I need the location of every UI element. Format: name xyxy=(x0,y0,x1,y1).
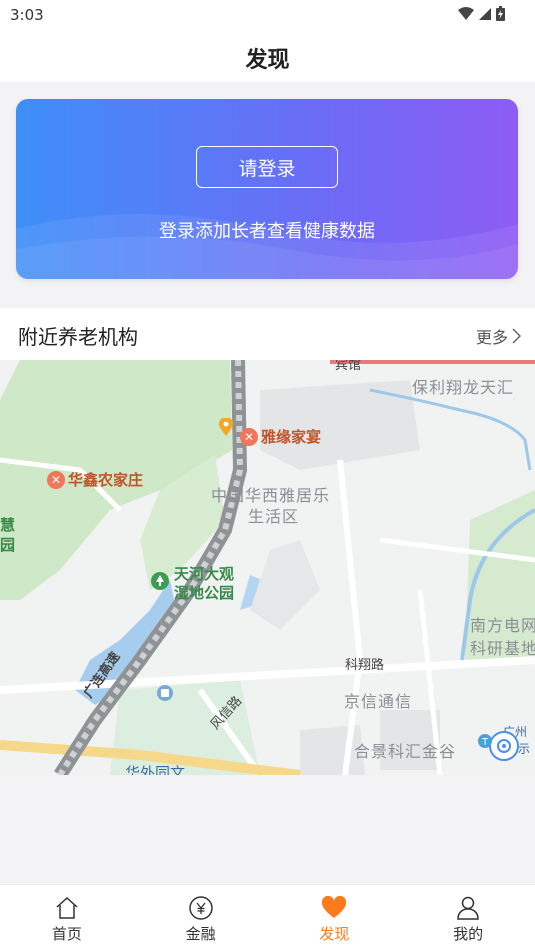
home-icon xyxy=(56,896,78,919)
status-time: 3:03 xyxy=(10,6,44,24)
card-wave-decoration xyxy=(16,214,518,279)
tab-label: 首页 xyxy=(51,925,82,943)
map-label-kexiang: 科翔路 xyxy=(345,658,385,673)
map-label-tianhe2: 湿地公园 xyxy=(174,584,235,602)
location-pin-icon xyxy=(219,418,233,436)
user-icon xyxy=(457,896,479,920)
heart-icon xyxy=(322,895,347,918)
map-label-hui: 慧 xyxy=(0,516,16,534)
map-label-yuan: 园 xyxy=(0,536,16,554)
tree-icon xyxy=(151,572,169,590)
tab-home[interactable]: 首页 xyxy=(0,885,134,951)
map-label-yayuan: 雅缘家宴 xyxy=(261,428,322,446)
restaurant-icon: ✕ xyxy=(240,428,258,446)
tab-finance[interactable]: 金融 xyxy=(134,885,268,951)
signal-icon xyxy=(479,7,491,20)
page-title: 发现 xyxy=(245,48,290,73)
login-button[interactable]: 请登录 xyxy=(196,146,338,188)
more-label: 更多 xyxy=(475,328,508,347)
map-label-nanfang1: 南方电网 xyxy=(470,616,535,635)
map-label-shenghuo: 生活区 xyxy=(248,507,300,526)
map-label-tianhe1: 天河大观 xyxy=(174,565,235,583)
bus-stop-icon xyxy=(157,685,173,701)
map-marker-icon: T xyxy=(478,734,492,748)
map-label-top: 宾馆 xyxy=(335,360,362,373)
map-label-huawai: 华外同文 xyxy=(125,764,186,775)
nearby-section-header: 附近养老机构 更多 xyxy=(0,308,535,360)
map-view[interactable]: 宾馆 保利翔龙天汇 ✕ 雅缘家宴 中国华西雅居乐 生活区 ✕ 华鑫农家庄 慧 园… xyxy=(0,360,535,775)
chevron-right-icon xyxy=(512,328,521,344)
more-link[interactable]: 更多 xyxy=(476,324,521,348)
tab-label: 金融 xyxy=(185,925,216,943)
svg-text:T: T xyxy=(481,737,489,748)
locate-me-icon[interactable] xyxy=(488,730,520,762)
battery-icon xyxy=(496,6,505,21)
tab-discover[interactable]: 发现 xyxy=(268,885,402,951)
map-label-hejing: 合景科汇金谷 xyxy=(354,742,457,761)
status-bar: 3:03 xyxy=(0,0,535,30)
tab-mine[interactable]: 我的 xyxy=(401,885,535,951)
map-label-baoli: 保利翔龙天汇 xyxy=(412,378,515,397)
map-background xyxy=(0,360,535,775)
login-card: 请登录 登录添加长者查看健康数据 xyxy=(16,99,518,279)
login-description: 登录添加长者查看健康数据 xyxy=(159,221,375,242)
bottom-tab-bar: 首页 金融 发现 我的 xyxy=(0,884,535,951)
yuan-icon xyxy=(188,896,213,920)
tab-label: 发现 xyxy=(319,925,350,943)
wifi-icon xyxy=(458,6,474,20)
header: 发现 xyxy=(0,30,535,82)
map-label-jingxin: 京信通信 xyxy=(344,692,413,711)
map-label-nanfang2: 科研基地 xyxy=(470,639,535,658)
map-label-huaxin: 华鑫农家庄 xyxy=(68,471,144,489)
tab-label: 我的 xyxy=(453,925,484,943)
restaurant-icon: ✕ xyxy=(47,471,65,489)
section-title: 附近养老机构 xyxy=(18,325,138,349)
status-icons xyxy=(458,6,505,21)
